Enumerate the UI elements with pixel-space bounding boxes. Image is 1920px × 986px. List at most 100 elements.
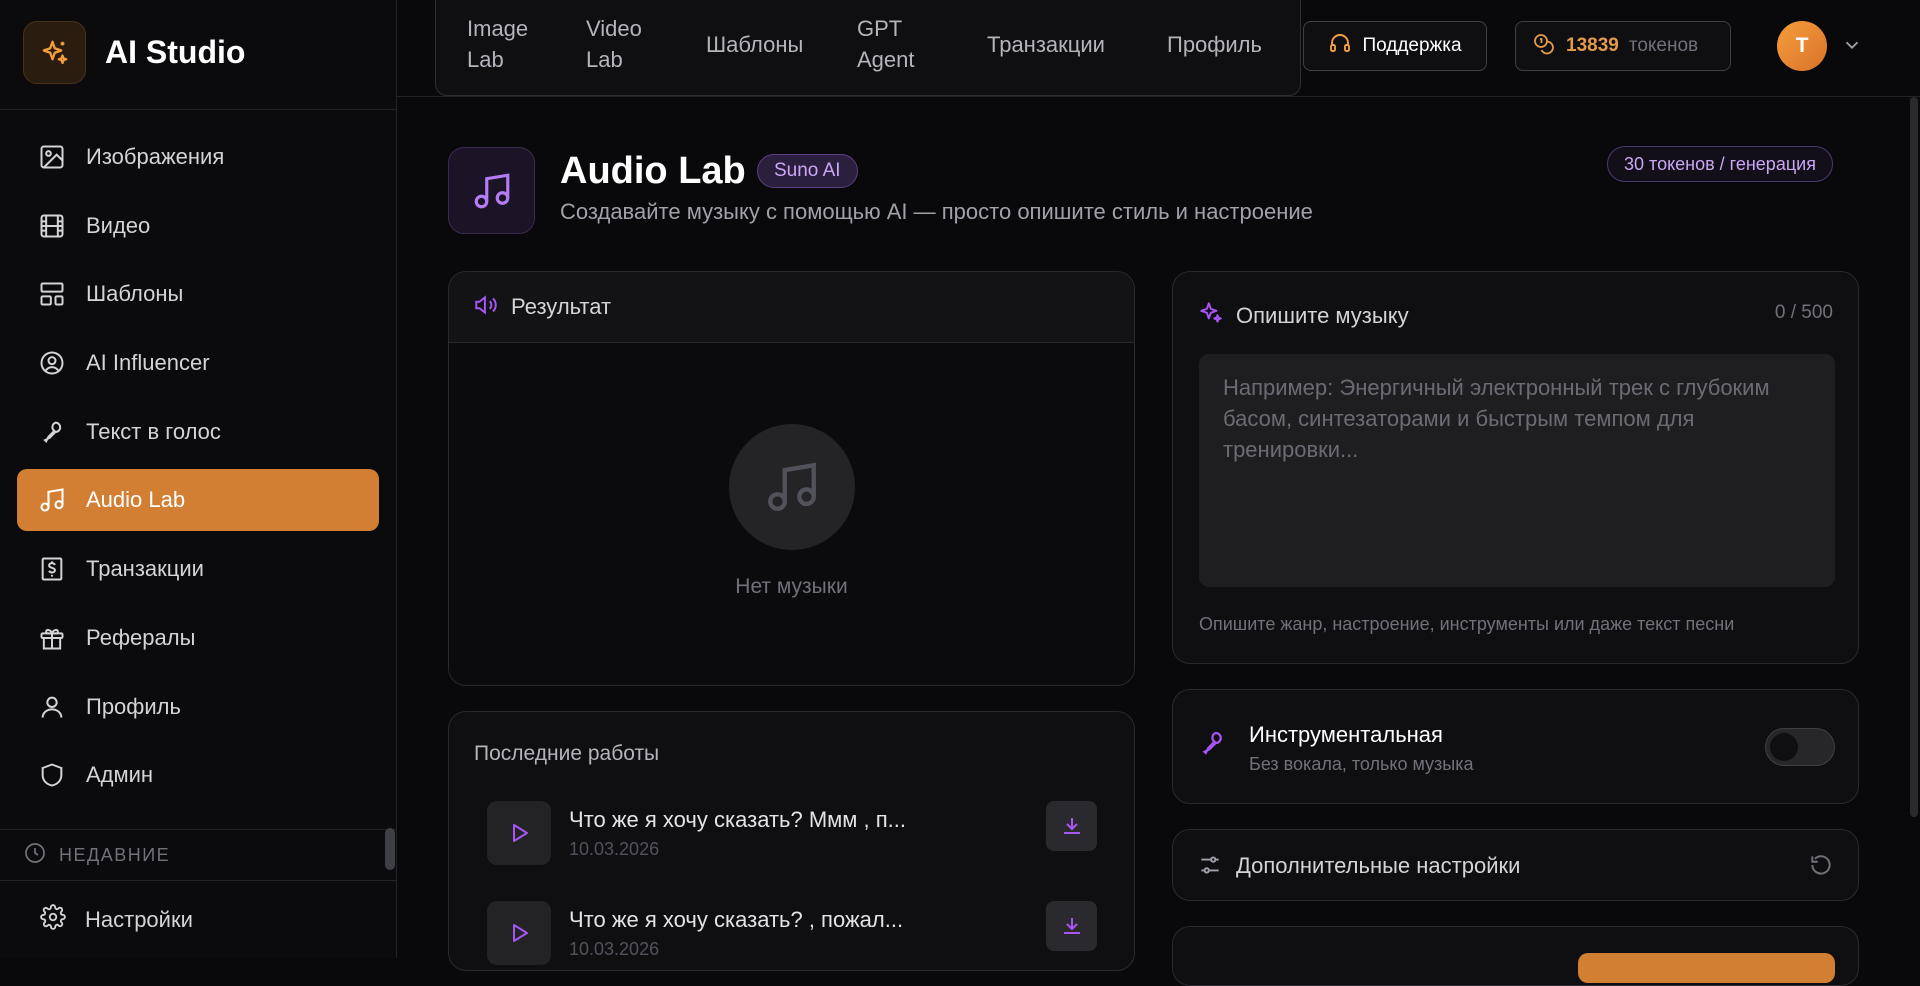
headphones-icon (1328, 31, 1352, 61)
recent-section-header[interactable]: НЕДАВНИЕ (0, 829, 396, 881)
advanced-settings-title: Дополнительные настройки (1236, 853, 1521, 878)
work-date: 10.03.2026 (569, 939, 660, 959)
sidebar-item-profile[interactable]: Профиль (17, 676, 379, 738)
token-count: 13839 (1566, 35, 1619, 56)
music-placeholder-icon (729, 424, 855, 550)
tab-label: GPT (857, 16, 903, 41)
tab-gpt-agent[interactable]: GPT Agent (857, 13, 915, 75)
sidebar-item-text-to-speech[interactable]: Текст в голос (17, 401, 379, 463)
recent-label: НЕДАВНИЕ (59, 845, 171, 865)
tab-profile[interactable]: Профиль (1167, 29, 1262, 60)
music-header-icon (448, 147, 535, 234)
describe-title: Опишите музыку (1236, 302, 1409, 328)
result-empty-state: Нет музыки (449, 343, 1134, 685)
model-badge: Suno AI (757, 154, 858, 188)
sidebar-item-label: AI Influencer (86, 350, 210, 376)
clock-icon (23, 841, 47, 870)
brand-title: AI Studio (105, 34, 246, 70)
advanced-settings-card[interactable]: Дополнительные настройки (1172, 829, 1859, 901)
sidebar-nav: Изображения Видео Шаблоны AI Influencer … (17, 126, 379, 813)
support-button[interactable]: Поддержка (1303, 21, 1487, 71)
microphone-icon (37, 417, 67, 447)
describe-music-card: Опишите музыку 0 / 500 Опишите жанр, нас… (1172, 271, 1859, 664)
tab-label: Транзакции (987, 32, 1105, 57)
instrumental-toggle[interactable] (1765, 728, 1835, 766)
tab-image-lab[interactable]: Image Lab (467, 13, 528, 75)
dollar-receipt-icon (37, 554, 67, 584)
sidebar-item-ai-influencer[interactable]: AI Influencer (17, 332, 379, 394)
sidebar-item-label: Изображения (86, 144, 225, 169)
gift-icon (37, 623, 67, 653)
cost-badge: 30 токенов / генерация (1607, 146, 1833, 182)
result-header: Результат (449, 272, 1134, 343)
sidebar-item-label: Audio Lab (86, 487, 186, 513)
token-unit: токенов (1628, 35, 1699, 56)
sidebar-item-settings[interactable]: Настройки (0, 880, 396, 958)
sidebar-scrollbar[interactable] (385, 828, 395, 870)
describe-header: Опишите музыку (1198, 300, 1409, 331)
page-subtitle: Создавайте музыку с помощью AI — просто … (560, 199, 1313, 224)
describe-hint: Опишите жанр, настроение, инструменты ил… (1199, 614, 1735, 634)
list-item: Что же я хочу сказать? Ммм , п... 10.03.… (487, 801, 1097, 865)
microphone-icon (1197, 728, 1227, 763)
gear-icon (40, 904, 66, 935)
sidebar-item-video[interactable]: Видео (17, 195, 379, 257)
sidebar-item-transactions[interactable]: Транзакции (17, 538, 379, 600)
sidebar-item-label: Транзакции (86, 556, 204, 582)
token-balance[interactable]: 13839 токенов (1515, 21, 1731, 71)
sidebar-item-label: Видео (86, 212, 151, 238)
download-button[interactable] (1046, 901, 1097, 951)
sidebar-item-images[interactable]: Изображения (17, 126, 379, 188)
avatar[interactable]: T (1777, 21, 1827, 71)
play-icon (513, 924, 528, 942)
tab-label: Agent (857, 47, 915, 72)
layout-icon (37, 279, 67, 309)
download-button[interactable] (1046, 801, 1097, 851)
user-circle-icon (37, 348, 67, 378)
film-icon (37, 211, 67, 241)
recent-works-title: Последние работы (474, 742, 660, 765)
instrumental-card: Инструментальная Без вокала, только музы… (1172, 689, 1859, 804)
tab-label: Video (586, 16, 642, 41)
tab-label: Профиль (1167, 32, 1262, 57)
work-title[interactable]: Что же я хочу сказать? Ммм , п... (569, 807, 906, 833)
settings-label: Настройки (85, 906, 193, 932)
sidebar-item-label: Текст в голос (86, 418, 221, 444)
result-card: Результат Нет музыки (448, 271, 1135, 686)
sidebar-item-referrals[interactable]: Рефералы (17, 607, 379, 669)
instrumental-subtitle: Без вокала, только музыка (1249, 754, 1474, 774)
sparkles-icon (1198, 300, 1224, 331)
char-counter: 0 / 500 (1774, 302, 1833, 323)
tab-transactions[interactable]: Транзакции (987, 29, 1105, 60)
main-scrollbar[interactable] (1910, 97, 1918, 817)
music-description-input[interactable] (1199, 354, 1835, 587)
sidebar-item-templates[interactable]: Шаблоны (17, 263, 379, 325)
tab-templates[interactable]: Шаблоны (706, 29, 803, 60)
brand: AI Studio (0, 0, 396, 110)
sliders-icon (1197, 852, 1223, 883)
tab-label: Lab (467, 47, 504, 72)
result-title: Результат (511, 294, 612, 319)
instrumental-title: Инструментальная (1249, 722, 1443, 747)
sidebar-item-audio-lab[interactable]: Audio Lab (17, 469, 379, 532)
work-date: 10.03.2026 (569, 839, 660, 859)
play-button[interactable] (487, 801, 551, 865)
sparkles-logo-icon (23, 21, 86, 84)
work-title[interactable]: Что же я хочу сказать? , пожал... (569, 907, 903, 933)
chevron-down-icon[interactable] (1841, 34, 1863, 61)
reset-icon[interactable] (1808, 852, 1834, 883)
toggle-knob (1770, 733, 1798, 761)
generate-card (1172, 926, 1859, 986)
tab-video-lab[interactable]: Video Lab (586, 13, 642, 75)
play-icon (513, 824, 528, 842)
sidebar-item-label: Рефералы (86, 624, 196, 650)
tab-label: Lab (586, 47, 623, 72)
page-title: Audio Lab (560, 150, 746, 192)
list-item: Что же я хочу сказать? , пожал... 10.03.… (487, 901, 1097, 965)
shield-icon (37, 760, 67, 790)
sidebar-item-admin[interactable]: Админ (17, 744, 379, 806)
sidebar-item-label: Админ (86, 762, 154, 788)
play-button[interactable] (487, 901, 551, 965)
tab-label: Шаблоны (706, 32, 804, 57)
user-icon (37, 692, 67, 722)
